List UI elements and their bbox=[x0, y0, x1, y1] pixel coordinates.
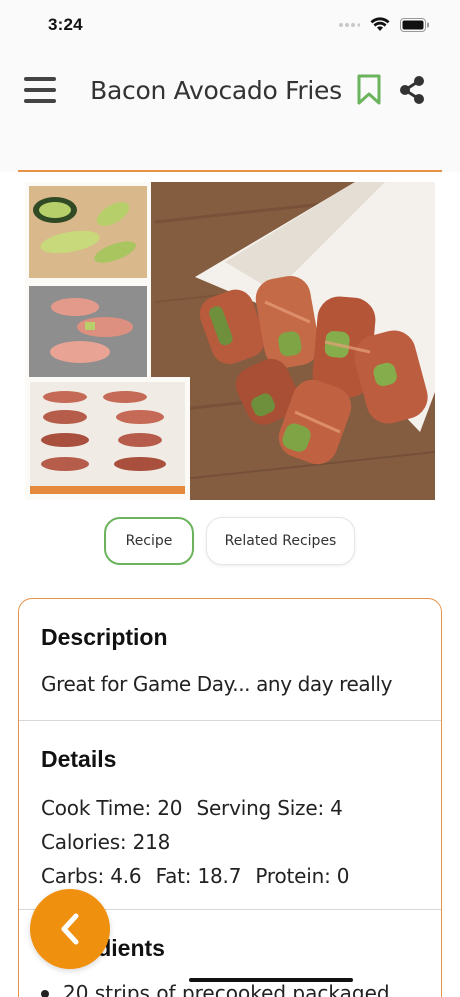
fat: Fat: 18.7 bbox=[155, 864, 242, 888]
recipe-hero-image bbox=[25, 182, 435, 500]
description-text: Great for Game Day... any day really bbox=[41, 672, 393, 696]
cook-time: Cook Time: 20 bbox=[41, 796, 183, 820]
carbs: Carbs: 4.6 bbox=[41, 864, 142, 888]
details-section: Details Cook Time: 20 Serving Size: 4 Ca… bbox=[19, 721, 441, 909]
chevron-left-icon bbox=[61, 913, 79, 945]
wifi-icon bbox=[370, 17, 390, 31]
status-bar: 3:24 bbox=[0, 0, 460, 50]
share-icon[interactable] bbox=[397, 74, 427, 106]
description-section: Description Great for Game Day... any da… bbox=[19, 599, 441, 720]
app-header: Bacon Avocado Fries bbox=[0, 50, 460, 172]
status-icons bbox=[338, 17, 430, 32]
recipe-tabs: Recipe Related Recipes bbox=[0, 517, 460, 567]
bookmark-icon[interactable] bbox=[356, 74, 382, 106]
serving-size: Serving Size: 4 bbox=[196, 796, 343, 820]
ingredients-list: 20 strips of precooked packaged bbox=[41, 978, 419, 997]
header-divider bbox=[18, 170, 442, 172]
protein: Protein: 0 bbox=[255, 864, 350, 888]
signal-icon bbox=[339, 22, 360, 27]
calories: Calories: 218 bbox=[41, 830, 171, 854]
description-heading: Description bbox=[41, 624, 168, 650]
tab-related-recipes[interactable]: Related Recipes bbox=[206, 517, 355, 565]
hamburger-menu-icon[interactable] bbox=[24, 77, 56, 103]
page-title: Bacon Avocado Fries bbox=[90, 76, 342, 105]
battery-icon bbox=[400, 17, 429, 32]
back-button[interactable] bbox=[30, 889, 110, 969]
status-time: 3:24 bbox=[48, 15, 83, 34]
tab-recipe[interactable]: Recipe bbox=[104, 517, 194, 565]
details-heading: Details bbox=[41, 746, 117, 772]
scroll-indicator bbox=[189, 978, 353, 982]
list-item: 20 strips of precooked packaged bbox=[41, 978, 419, 997]
